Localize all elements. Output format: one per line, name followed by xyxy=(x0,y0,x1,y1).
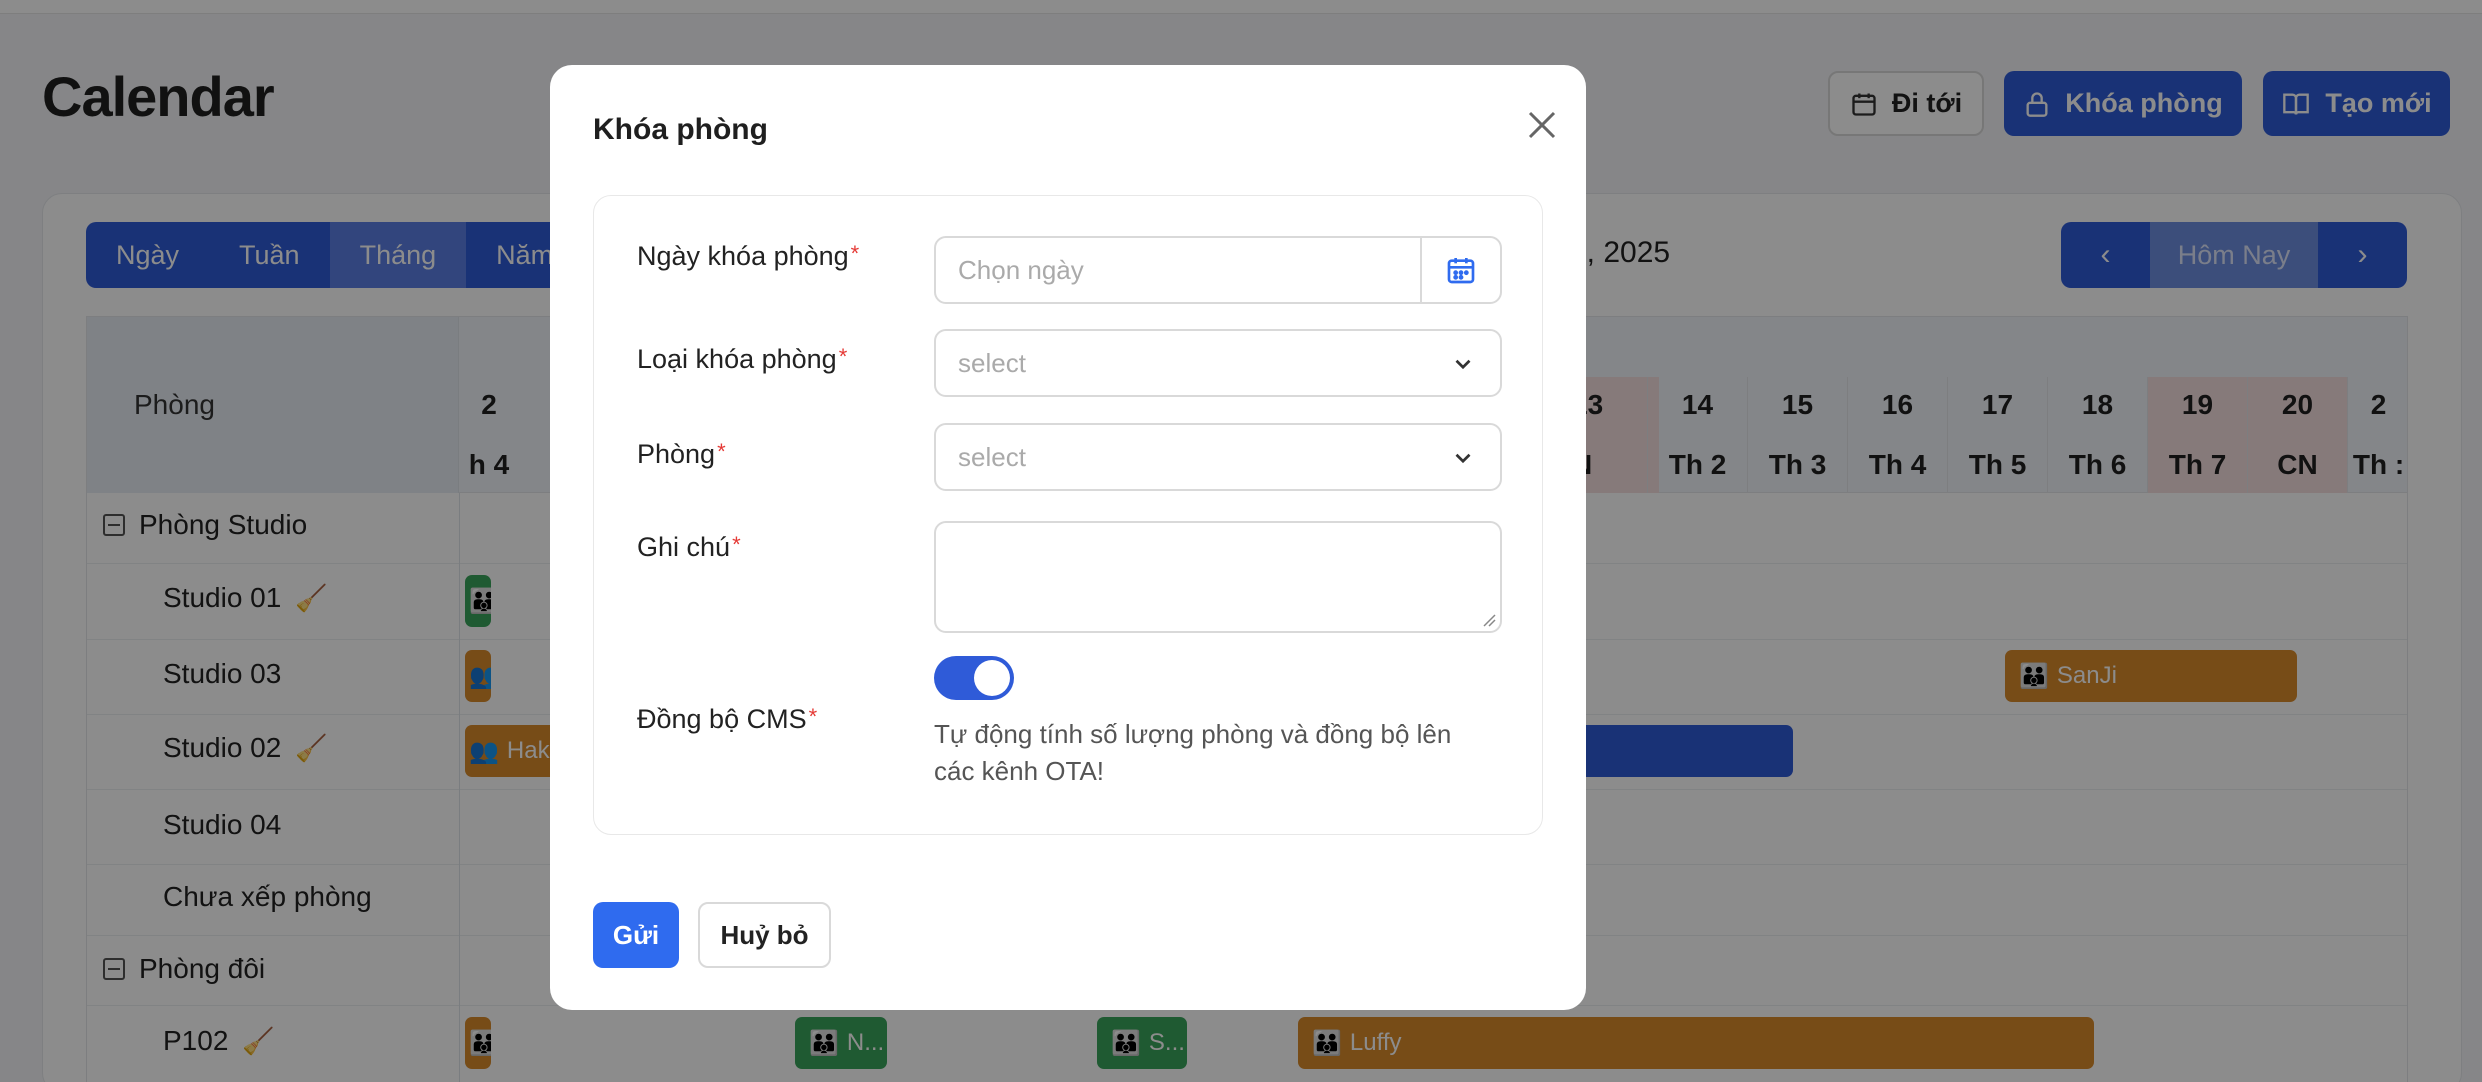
cancel-button[interactable]: Huỷ bỏ xyxy=(698,902,831,968)
sync-hint: Tự động tính số lượng phòng và đồng bộ l… xyxy=(934,719,1452,786)
lock-room-modal: Khóa phòng Ngày khóa phòng* Chọn ngày Lo… xyxy=(550,65,1586,1010)
calendar-icon[interactable] xyxy=(1420,238,1500,302)
lock-type-label-text: Loại khóa phòng xyxy=(637,344,837,374)
form-box: Ngày khóa phòng* Chọn ngày Loại khóa phò… xyxy=(593,195,1543,835)
date-picker-input[interactable]: Chọn ngày xyxy=(934,236,1502,304)
toggle-knob xyxy=(974,660,1010,696)
lock-type-value: select xyxy=(958,347,1026,378)
date-field-label: Ngày khóa phòng* xyxy=(637,241,859,272)
required-mark: * xyxy=(717,439,726,464)
chevron-down-icon xyxy=(1455,359,1471,370)
room-value: select xyxy=(958,441,1026,472)
note-label-text: Ghi chú xyxy=(637,532,731,562)
room-select[interactable]: select xyxy=(934,423,1502,491)
date-placeholder: Chọn ngày xyxy=(958,254,1084,285)
close-icon[interactable] xyxy=(1520,103,1564,147)
resize-handle-icon[interactable] xyxy=(1482,613,1496,627)
submit-button[interactable]: Gửi xyxy=(593,902,679,968)
room-field-label: Phòng* xyxy=(637,439,726,470)
sync-label-text: Đồng bộ CMS xyxy=(637,704,807,734)
note-textarea[interactable] xyxy=(934,521,1502,633)
required-mark: * xyxy=(850,241,860,266)
modal-title: Khóa phòng xyxy=(593,113,768,146)
required-mark: * xyxy=(838,344,848,369)
lock-type-select[interactable]: select xyxy=(934,329,1502,397)
required-mark: * xyxy=(732,532,741,557)
note-field-label: Ghi chú* xyxy=(637,532,741,563)
sync-field-label: Đồng bộ CMS* xyxy=(637,704,817,735)
date-label-text: Ngày khóa phòng xyxy=(637,241,849,271)
lock-type-field-label: Loại khóa phòng* xyxy=(637,344,847,375)
chevron-down-icon xyxy=(1455,453,1471,464)
room-label-text: Phòng xyxy=(637,439,716,469)
required-mark: * xyxy=(808,704,818,729)
sync-cms-toggle[interactable] xyxy=(934,656,1014,700)
